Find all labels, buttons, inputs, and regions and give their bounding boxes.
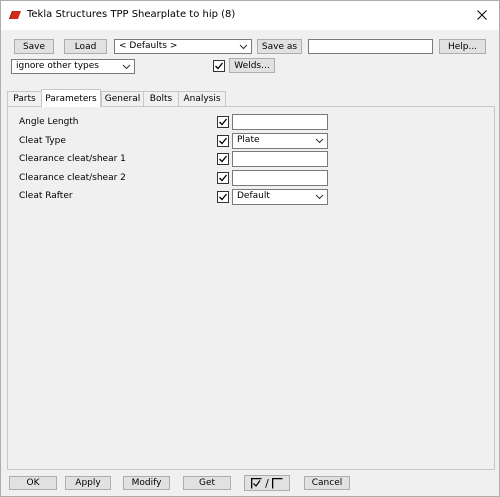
save-button[interactable]: Save bbox=[14, 39, 54, 54]
param-checkbox-cleat-type[interactable] bbox=[217, 135, 229, 147]
cleat-rafter-select[interactable]: Default bbox=[232, 189, 328, 205]
clearance-2-input[interactable] bbox=[232, 170, 328, 186]
param-checkbox-angle-length[interactable] bbox=[217, 116, 229, 128]
chevron-down-icon bbox=[239, 44, 248, 50]
checkmark-icon bbox=[215, 62, 224, 70]
angle-length-input[interactable] bbox=[232, 114, 328, 130]
checkmark-icon bbox=[219, 174, 228, 182]
param-checkbox-clearance-1[interactable] bbox=[217, 153, 229, 165]
welds-checkbox[interactable] bbox=[213, 60, 225, 72]
param-checkbox-clearance-2[interactable] bbox=[217, 172, 229, 184]
help-button[interactable]: Help... bbox=[439, 39, 486, 54]
get-button[interactable]: Get bbox=[183, 476, 231, 490]
ok-button[interactable]: OK bbox=[9, 476, 57, 490]
toggle-all-button[interactable]: / bbox=[244, 475, 290, 491]
title-bar: Tekla Structures TPP Shearplate to hip (… bbox=[1, 1, 499, 30]
checkmark-icon bbox=[219, 137, 228, 145]
close-button[interactable] bbox=[471, 4, 493, 26]
cleat-rafter-value: Default bbox=[237, 191, 270, 201]
window-title: Tekla Structures TPP Shearplate to hip (… bbox=[27, 9, 236, 20]
checked-box-icon bbox=[251, 477, 262, 488]
tab-parameters[interactable]: Parameters bbox=[41, 89, 101, 107]
param-label-angle-length: Angle Length bbox=[19, 117, 79, 127]
tekla-logo-icon bbox=[8, 9, 22, 21]
load-button[interactable]: Load bbox=[64, 39, 107, 54]
param-label-clearance-1: Clearance cleat/shear 1 bbox=[19, 154, 126, 164]
parameters-panel: Angle Length Cleat Type Plate Clearance … bbox=[7, 106, 495, 470]
filter-value: ignore other types bbox=[16, 61, 99, 71]
param-label-clearance-2: Clearance cleat/shear 2 bbox=[19, 173, 126, 183]
welds-button[interactable]: Welds... bbox=[229, 58, 275, 73]
toggle-separator: / bbox=[265, 476, 269, 490]
chevron-down-icon bbox=[122, 64, 131, 70]
filter-combo[interactable]: ignore other types bbox=[11, 59, 135, 74]
param-checkbox-cleat-rafter[interactable] bbox=[217, 191, 229, 203]
save-as-name-input[interactable] bbox=[308, 39, 433, 54]
unchecked-box-icon bbox=[271, 477, 283, 488]
save-as-button[interactable]: Save as bbox=[257, 39, 302, 54]
chevron-down-icon bbox=[315, 138, 324, 144]
chevron-down-icon bbox=[315, 194, 324, 200]
checkmark-icon bbox=[219, 155, 228, 163]
tab-general[interactable]: General bbox=[101, 91, 144, 106]
cancel-button[interactable]: Cancel bbox=[304, 476, 350, 490]
apply-button[interactable]: Apply bbox=[65, 476, 111, 490]
param-label-cleat-rafter: Cleat Rafter bbox=[19, 191, 73, 201]
checkmark-icon bbox=[219, 118, 228, 126]
tab-parts[interactable]: Parts bbox=[7, 91, 42, 106]
preset-value: < Defaults > bbox=[119, 41, 178, 51]
cleat-type-select[interactable]: Plate bbox=[232, 133, 328, 149]
dialog-window: Tekla Structures TPP Shearplate to hip (… bbox=[0, 0, 500, 497]
preset-combo[interactable]: < Defaults > bbox=[114, 39, 252, 54]
checkmark-icon bbox=[219, 193, 228, 201]
param-label-cleat-type: Cleat Type bbox=[19, 136, 66, 146]
tab-analysis[interactable]: Analysis bbox=[178, 91, 226, 106]
clearance-1-input[interactable] bbox=[232, 151, 328, 167]
cleat-type-value: Plate bbox=[237, 135, 260, 145]
tab-bolts[interactable]: Bolts bbox=[143, 91, 179, 106]
close-icon bbox=[477, 10, 487, 20]
modify-button[interactable]: Modify bbox=[123, 476, 170, 490]
